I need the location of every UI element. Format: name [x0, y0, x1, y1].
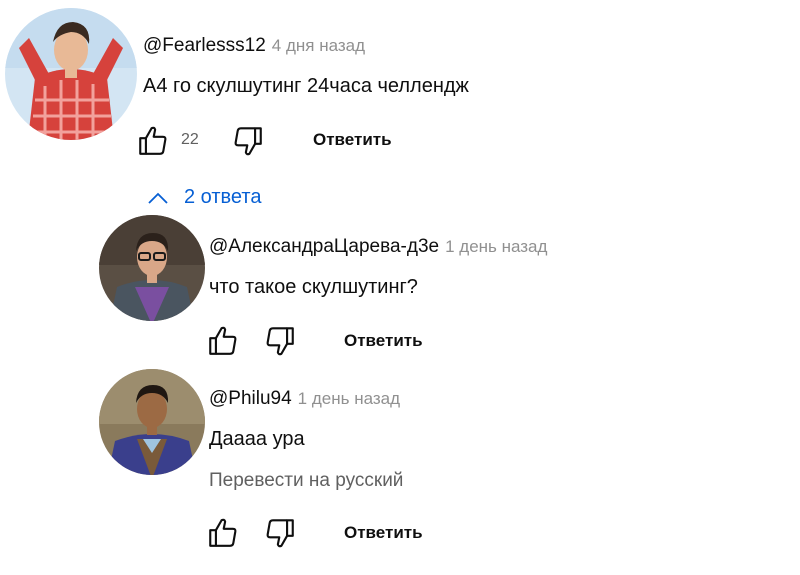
comment-header: @Fearlesss12 4 дня назад — [143, 35, 365, 57]
reply-header: @Philu94 1 день назад — [209, 388, 400, 410]
comment-time[interactable]: 4 дня назад — [272, 36, 365, 55]
reply-button[interactable]: Ответить — [313, 130, 392, 150]
reply-author[interactable]: @Philu94 — [209, 388, 292, 409]
reply-header: @АлександраЦарева-д3е 1 день назад — [209, 236, 547, 258]
avatar[interactable] — [5, 8, 137, 140]
replies-toggle-button[interactable]: 2 ответа — [146, 186, 261, 209]
comment-text: А4 го скулшутинг 24часа челлендж — [143, 75, 469, 97]
reply-text: что такое скулшутинг? — [209, 276, 418, 298]
chevron-up-icon — [148, 192, 168, 204]
avatar-icon — [99, 369, 205, 475]
dislike-icon[interactable] — [263, 324, 297, 358]
reply-button[interactable]: Ответить — [344, 331, 423, 351]
replies-count: 2 ответа — [184, 186, 262, 208]
avatar-icon — [99, 215, 205, 321]
dislike-icon[interactable] — [263, 516, 297, 550]
reply-text: Даааа ура — [209, 428, 305, 450]
translate-link[interactable]: Перевести на русский — [209, 470, 403, 492]
like-count: 22 — [181, 131, 199, 148]
reply-avatar[interactable] — [99, 215, 205, 321]
dislike-icon[interactable] — [231, 124, 265, 158]
reply-avatar[interactable] — [99, 369, 205, 475]
reply-time[interactable]: 1 день назад — [298, 389, 400, 408]
reply-time[interactable]: 1 день назад — [445, 237, 547, 256]
comment-author[interactable]: @Fearlesss12 — [143, 35, 266, 56]
reply-button[interactable]: Ответить — [344, 523, 423, 543]
avatar-icon — [5, 8, 137, 140]
like-icon[interactable] — [136, 124, 170, 158]
like-icon[interactable] — [206, 516, 240, 550]
like-icon[interactable] — [206, 324, 240, 358]
reply-author[interactable]: @АлександраЦарева-д3е — [209, 236, 439, 257]
